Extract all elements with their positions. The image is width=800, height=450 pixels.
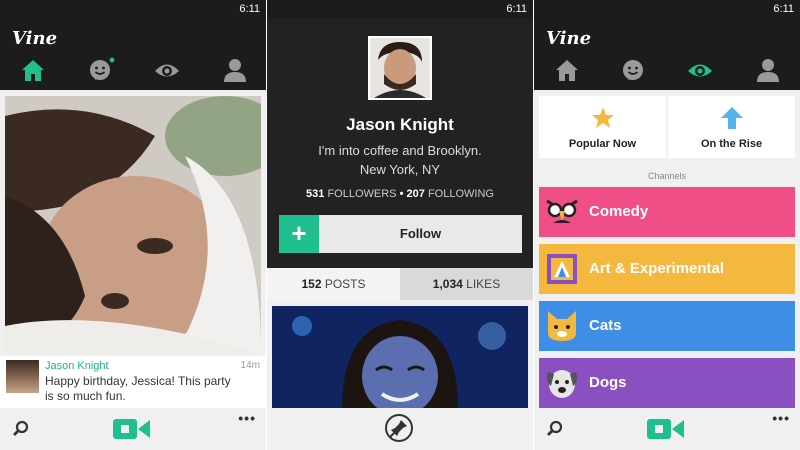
profile-bio-line: I'm into coffee and Brooklyn.	[318, 143, 482, 158]
tab-likes[interactable]: 1,034 LIKES	[400, 268, 533, 300]
pin-icon[interactable]	[385, 414, 413, 442]
follow-label: Follow	[399, 226, 442, 241]
arrow-up-icon	[720, 107, 743, 129]
camera-icon[interactable]	[112, 417, 152, 441]
star-icon	[591, 107, 614, 128]
search-icon[interactable]	[12, 420, 30, 438]
cat-icon	[548, 311, 576, 341]
home-icon[interactable]	[553, 56, 581, 84]
post-timestamp: 14m	[240, 360, 260, 371]
channel-name: Dogs	[589, 374, 627, 391]
avatar[interactable]	[6, 360, 39, 393]
home-icon[interactable]	[19, 56, 47, 84]
posts-count: 152	[301, 277, 322, 291]
plus-icon: +	[279, 215, 319, 253]
on-the-rise-tile[interactable]: On the Rise	[668, 96, 795, 158]
status-bar: 6:11	[534, 0, 800, 18]
profile-screen: 6:11 Jason Knight I'm into coffee and Br…	[267, 0, 533, 450]
status-time: 6:11	[239, 3, 260, 15]
profile-tabs: 152 POSTS 1,034 LIKES	[267, 268, 533, 300]
bottom-app-bar: •••	[0, 408, 266, 450]
status-time: 6:11	[773, 3, 794, 15]
stats-separator: •	[399, 188, 404, 200]
nav-row	[534, 56, 800, 84]
tab-posts[interactable]: 152 POSTS	[267, 268, 400, 300]
nav-row	[0, 56, 266, 84]
more-options-button[interactable]: •••	[238, 410, 256, 426]
profile-icon[interactable]	[754, 56, 782, 84]
profile-stats: 531 FOLLOWERS • 207 FOLLOWING	[267, 188, 533, 200]
popular-now-label: Popular Now	[568, 138, 637, 150]
posts-label: POSTS	[324, 277, 366, 291]
likes-count: 1,034	[432, 277, 463, 291]
status-time: 6:11	[506, 3, 527, 15]
channel-art-experimental[interactable]: Art & Experimental	[539, 244, 795, 294]
dog-icon	[547, 370, 577, 398]
home-feed-screen: 6:11 Vine Jason Knight 14m Happy birthda…	[0, 0, 266, 450]
search-icon[interactable]	[546, 420, 564, 438]
channel-dogs[interactable]: Dogs	[539, 358, 795, 408]
avatar[interactable]	[368, 36, 432, 100]
top-bar: Vine	[0, 18, 266, 90]
channel-comedy[interactable]: Comedy	[539, 187, 795, 237]
profile-icon[interactable]	[221, 56, 249, 84]
activity-icon[interactable]	[87, 56, 115, 84]
channel-name: Comedy	[589, 203, 649, 220]
more-options-button[interactable]: •••	[772, 410, 790, 426]
explore-icon[interactable]	[686, 56, 714, 84]
on-the-rise-label: On the Rise	[700, 138, 763, 150]
likes-label: LIKES	[466, 277, 501, 291]
art-frame-icon	[547, 254, 577, 284]
post-caption-row: Jason Knight 14m Happy birthday, Jessica…	[0, 356, 266, 408]
bottom-app-bar: •••	[534, 408, 800, 450]
channel-cats[interactable]: Cats	[539, 301, 795, 351]
explore-icon[interactable]	[153, 56, 181, 84]
explore-tiles: Popular Now On the Rise	[539, 96, 795, 158]
channel-name: Art & Experimental	[589, 260, 725, 277]
camera-icon[interactable]	[646, 417, 686, 441]
post-video-thumbnail[interactable]	[272, 306, 528, 410]
bottom-app-bar	[267, 408, 533, 450]
popular-now-tile[interactable]: Popular Now	[539, 96, 666, 158]
channel-name: Cats	[589, 317, 622, 334]
vine-logo: Vine	[12, 28, 58, 49]
status-bar: 6:11	[0, 0, 266, 18]
channels-header: Channels	[647, 171, 687, 181]
followers-label[interactable]: FOLLOWERS	[327, 188, 396, 200]
status-bar: 6:11	[267, 0, 533, 18]
activity-icon[interactable]	[620, 56, 648, 84]
post-caption: Happy birthday, Jessica! This party is s…	[45, 374, 231, 403]
followers-count[interactable]: 531	[306, 188, 324, 200]
explore-screen: 6:11 Vine Popular Now On the Rise Channe…	[534, 0, 800, 450]
profile-name: Jason Knight	[346, 115, 454, 134]
following-count[interactable]: 207	[407, 188, 425, 200]
profile-header: Jason Knight I'm into coffee and Brookly…	[267, 18, 533, 268]
comedy-glasses-icon	[546, 199, 578, 223]
following-label[interactable]: FOLLOWING	[428, 188, 494, 200]
vine-logo: Vine	[546, 28, 592, 49]
profile-bio: I'm into coffee and Brooklyn. New York, …	[287, 141, 513, 179]
post-author-name[interactable]: Jason Knight	[45, 360, 109, 372]
follow-button[interactable]: + Follow	[279, 215, 522, 253]
profile-location: New York, NY	[359, 162, 441, 177]
top-bar: Vine	[534, 18, 800, 90]
post-video-thumbnail[interactable]	[5, 96, 261, 354]
